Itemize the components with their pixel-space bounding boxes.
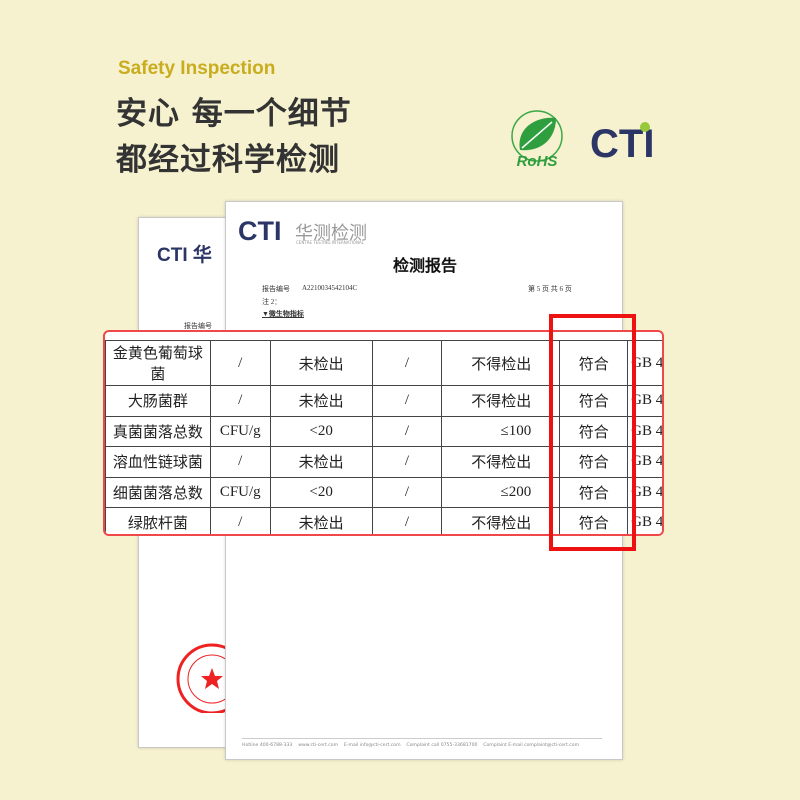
table-cell: / — [209, 385, 271, 417]
cti-logo-dot — [640, 122, 650, 132]
headline-line1: 安心 每一个细节 — [116, 96, 352, 132]
subtitle-en: Safety Inspection — [118, 58, 276, 79]
table-cell: 绿脓杆菌 — [105, 507, 211, 534]
table-cell: 未检出 — [269, 446, 373, 478]
svg-text:RoHS: RoHS — [517, 153, 558, 170]
table-cell: 未检出 — [269, 340, 373, 386]
stamp-icon — [176, 643, 230, 713]
back-logo: CTI 华 — [157, 245, 212, 266]
table-cell: / — [371, 446, 443, 478]
footer-divider — [242, 738, 602, 739]
table-cell: 溶血性链球菌 — [105, 446, 211, 478]
table-cell: CFU/g — [209, 415, 271, 447]
table-cell: 真菌菌落总数 — [105, 415, 211, 447]
table-cell: <20 — [269, 476, 373, 508]
table-cell: / — [209, 340, 271, 386]
report-logo-en: CENTRE TESTING INTERNATIONAL — [296, 240, 364, 245]
section-title: ▼微生物指标 — [262, 310, 304, 318]
report-title: 检测报告 — [392, 256, 457, 275]
table-cell: / — [209, 446, 271, 478]
report-footer: Hotline 400-6788-333 www.cti-cert.com E-… — [242, 743, 580, 748]
table-cell: / — [371, 507, 443, 534]
report-no-label: 报告编号 — [262, 285, 290, 293]
conformity-highlight-box — [549, 314, 636, 551]
table-cell: / — [371, 415, 443, 447]
table-cell: 不得检出 — [441, 446, 561, 478]
headline-line2: 都经过科学检测 — [116, 142, 340, 178]
table-cell: 细菌菌落总数 — [105, 476, 211, 508]
report-no: A2210034542104C — [302, 284, 358, 292]
table-cell: ≤100 — [441, 415, 561, 447]
table-cell: / — [371, 476, 443, 508]
page-number: 第 5 页 共 6 页 — [528, 285, 572, 293]
table-cell: / — [371, 385, 443, 417]
table-cell: CFU/g — [209, 476, 271, 508]
note: 注 2： — [262, 298, 282, 306]
table-cell: 金黄色葡萄球菌 — [105, 340, 211, 386]
table-cell: 不得检出 — [441, 340, 561, 386]
report-cti-logo: CTI — [238, 216, 282, 246]
table-cell: 未检出 — [269, 507, 373, 534]
table-cell: 不得检出 — [441, 385, 561, 417]
table-cell: 不得检出 — [441, 507, 561, 534]
table-cell: 大肠菌群 — [105, 385, 211, 417]
table-cell: / — [371, 340, 443, 386]
table-cell: 未检出 — [269, 385, 373, 417]
table-cell: <20 — [269, 415, 373, 447]
table-cell: ≤200 — [441, 476, 561, 508]
table-cell: / — [209, 507, 271, 534]
rohs-logo: RoHS — [511, 110, 563, 170]
